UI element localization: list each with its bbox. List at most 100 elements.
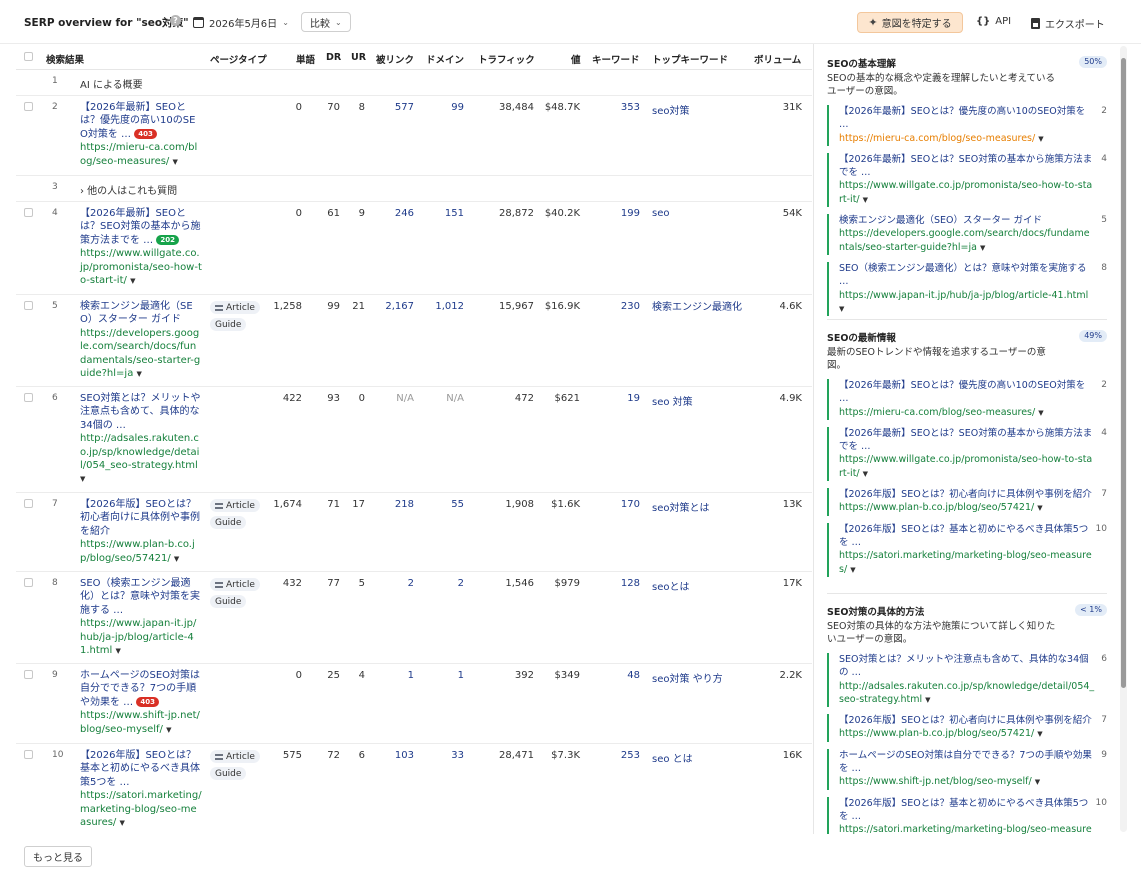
- intent-link-url[interactable]: https://satori.marketing/marketing-blog/…: [839, 550, 1092, 574]
- intent-link-url[interactable]: http://adsales.rakuten.co.jp/sp/knowledg…: [839, 681, 1094, 705]
- intent-link-title[interactable]: SEO対策とは？メリットや注意点も含めて、具体的な34個の …: [839, 654, 1089, 678]
- select-all-checkbox[interactable]: [24, 52, 33, 61]
- api-button[interactable]: {} API: [976, 16, 1011, 27]
- top-keyword[interactable]: seoとは: [652, 578, 689, 593]
- intent-link-title[interactable]: 【2026年版】SEOとは？初心者向けに具体例や事例を紹介: [839, 489, 1092, 500]
- backlinks-value[interactable]: 2,167: [385, 301, 414, 312]
- intent-link-url[interactable]: https://www.japan-it.jp/hub/ja-jp/blog/a…: [839, 290, 1088, 301]
- intent-link-title[interactable]: 【2026年版】SEOとは？初心者向けに具体例や事例を紹介: [839, 715, 1092, 726]
- result-title[interactable]: SEO対策とは？メリットや注意点も含めて、具体的な34個の …: [80, 393, 201, 431]
- people-also-ask-label[interactable]: › 他の人はこれも質問: [80, 182, 177, 197]
- intent-link[interactable]: 検索エンジン最適化（SEO）スターター ガイド https://developer…: [827, 214, 1107, 255]
- caret-down-icon[interactable]: ▼: [130, 277, 135, 285]
- intent-link-title[interactable]: 【2026年最新】SEOとは？SEO対策の基本から施策方法までを …: [839, 428, 1092, 452]
- intent-link[interactable]: 【2026年最新】SEOとは？SEO対策の基本から施策方法までを … https:…: [827, 152, 1107, 208]
- top-keyword[interactable]: seo 対策: [652, 393, 693, 408]
- caret-down-icon[interactable]: ▼: [863, 470, 868, 478]
- row-checkbox[interactable]: [24, 301, 33, 310]
- top-keyword[interactable]: seo: [652, 208, 669, 219]
- intent-link[interactable]: 【2026年最新】SEOとは？優先度の高い10のSEO対策を … https://…: [827, 379, 1107, 420]
- col-ur[interactable]: UR: [351, 52, 366, 63]
- ai-overview-label[interactable]: AI による概要: [80, 76, 143, 91]
- intent-link[interactable]: SEO対策とは？メリットや注意点も含めて、具体的な34個の … http://ad…: [827, 653, 1107, 708]
- top-keyword[interactable]: 検索エンジン最適化: [652, 301, 744, 314]
- col-dr[interactable]: DR: [326, 52, 341, 63]
- col-domains[interactable]: ドメイン: [426, 52, 464, 66]
- caret-down-icon[interactable]: ▼: [120, 819, 125, 827]
- caret-down-icon[interactable]: ▼: [1038, 409, 1043, 417]
- intent-link[interactable]: 【2026年版】SEOとは？基本と初めにやるべき具体策5つを … https://…: [827, 522, 1107, 577]
- keywords-value[interactable]: 128: [621, 578, 640, 589]
- result-url[interactable]: https://www.shift-jp.net/blog/seo-myself…: [80, 710, 200, 734]
- caret-down-icon[interactable]: ▼: [839, 305, 844, 313]
- result-url[interactable]: https://mieru-ca.com/blog/seo-measures/: [80, 142, 197, 166]
- col-backlinks[interactable]: 被リンク: [376, 52, 414, 66]
- backlinks-value[interactable]: 103: [395, 750, 414, 761]
- col-words[interactable]: 単語: [296, 52, 315, 66]
- caret-down-icon[interactable]: ▼: [173, 158, 178, 166]
- caret-down-icon[interactable]: ▼: [174, 555, 179, 563]
- intent-link-url[interactable]: https://satori.marketing/marketing-blog/…: [839, 824, 1092, 834]
- backlinks-value[interactable]: 218: [395, 499, 414, 510]
- domains-value[interactable]: 33: [451, 750, 464, 761]
- result-title[interactable]: 検索エンジン最適化（SEO）スターター ガイド: [80, 301, 193, 325]
- col-traffic[interactable]: トラフィック: [478, 52, 535, 66]
- intent-link[interactable]: SEO（検索エンジン最適化）とは？意味や対策を実施する … https://www…: [827, 261, 1107, 317]
- caret-down-icon[interactable]: ▼: [116, 647, 121, 655]
- intent-link[interactable]: 【2026年最新】SEOとは？SEO対策の基本から施策方法までを … https:…: [827, 426, 1107, 482]
- caret-down-icon[interactable]: ▼: [137, 370, 142, 378]
- caret-down-icon[interactable]: ▼: [863, 196, 868, 204]
- intent-link-title[interactable]: SEO（検索エンジン最適化）とは？意味や対策を実施する …: [839, 263, 1087, 287]
- date-picker[interactable]: 2026年5月6日 ⌄: [193, 14, 289, 30]
- keywords-value[interactable]: 199: [621, 208, 640, 219]
- col-keywords[interactable]: キーワード: [592, 52, 640, 66]
- intent-link-url[interactable]: https://developers.google.com/search/doc…: [839, 228, 1090, 252]
- row-checkbox[interactable]: [24, 578, 33, 587]
- result-title[interactable]: 【2026年版】SEOとは？基本と初めにやるべき具体策5つを …: [80, 750, 200, 788]
- backlinks-value[interactable]: 577: [395, 102, 414, 113]
- intent-link-title[interactable]: 【2026年最新】SEOとは？優先度の高い10のSEO対策を …: [839, 106, 1085, 130]
- domains-value[interactable]: 1,012: [435, 301, 464, 312]
- col-value[interactable]: 値: [571, 52, 581, 66]
- caret-down-icon[interactable]: ▼: [850, 566, 855, 574]
- top-keyword[interactable]: seo対策 やり方: [652, 670, 723, 685]
- intent-link-title[interactable]: 【2026年最新】SEOとは？優先度の高い10のSEO対策を …: [839, 380, 1085, 404]
- compare-button[interactable]: 比較 ⌄: [301, 12, 351, 32]
- intent-link-url[interactable]: https://mieru-ca.com/blog/seo-measures/: [839, 133, 1035, 144]
- domains-value[interactable]: 1: [458, 670, 464, 681]
- caret-down-icon[interactable]: ▼: [1035, 778, 1040, 786]
- intent-link-url[interactable]: https://www.willgate.co.jp/promonista/se…: [839, 454, 1092, 478]
- intent-link-title[interactable]: 【2026年版】SEOとは？基本と初めにやるべき具体策5つを …: [839, 798, 1088, 822]
- intent-link-title[interactable]: ホームページのSEO対策は自分でできる？7つの手順や効果を …: [839, 750, 1092, 774]
- domains-value[interactable]: 2: [458, 578, 464, 589]
- result-url[interactable]: https://satori.marketing/marketing-blog/…: [80, 790, 202, 828]
- intent-link-url[interactable]: https://www.plan-b.co.jp/blog/seo/57421/: [839, 502, 1034, 513]
- caret-down-icon[interactable]: ▼: [1037, 730, 1042, 738]
- col-top-keyword[interactable]: トップキーワード: [652, 52, 728, 66]
- intent-link-title[interactable]: 【2026年版】SEOとは？基本と初めにやるべき具体策5つを …: [839, 524, 1088, 548]
- keywords-value[interactable]: 253: [621, 750, 640, 761]
- result-url[interactable]: http://adsales.rakuten.co.jp/sp/knowledg…: [80, 433, 199, 471]
- row-checkbox[interactable]: [24, 499, 33, 508]
- keywords-value[interactable]: 353: [621, 102, 640, 113]
- caret-down-icon[interactable]: ▼: [166, 726, 171, 734]
- backlinks-value[interactable]: 246: [395, 208, 414, 219]
- intent-link-url[interactable]: https://mieru-ca.com/blog/seo-measures/: [839, 407, 1035, 418]
- intent-link-title[interactable]: 【2026年最新】SEOとは？SEO対策の基本から施策方法までを …: [839, 154, 1092, 178]
- intent-link-title[interactable]: 検索エンジン最適化（SEO）スターター ガイド: [839, 215, 1042, 226]
- backlinks-value[interactable]: 2: [408, 578, 414, 589]
- domains-value[interactable]: 151: [445, 208, 464, 219]
- result-title[interactable]: 【2026年版】SEOとは？初心者向けに具体例や事例を紹介: [80, 499, 200, 537]
- caret-down-icon[interactable]: ▼: [980, 244, 985, 252]
- keywords-value[interactable]: 48: [627, 670, 640, 681]
- keywords-value[interactable]: 170: [621, 499, 640, 510]
- top-keyword[interactable]: seo対策とは: [652, 499, 709, 514]
- help-icon[interactable]: ?: [170, 15, 181, 26]
- intent-link[interactable]: 【2026年版】SEOとは？初心者向けに具体例や事例を紹介 https://www…: [827, 488, 1107, 516]
- top-keyword[interactable]: seo とは: [652, 750, 693, 765]
- backlinks-value[interactable]: 1: [408, 670, 414, 681]
- identify-intent-button[interactable]: ✦ 意図を特定する: [857, 12, 963, 33]
- caret-down-icon[interactable]: ▼: [1037, 504, 1042, 512]
- col-page-type[interactable]: ページタイプ: [210, 52, 267, 66]
- result-title[interactable]: SEO（検索エンジン最適化）とは？意味や対策を実施する …: [80, 578, 200, 616]
